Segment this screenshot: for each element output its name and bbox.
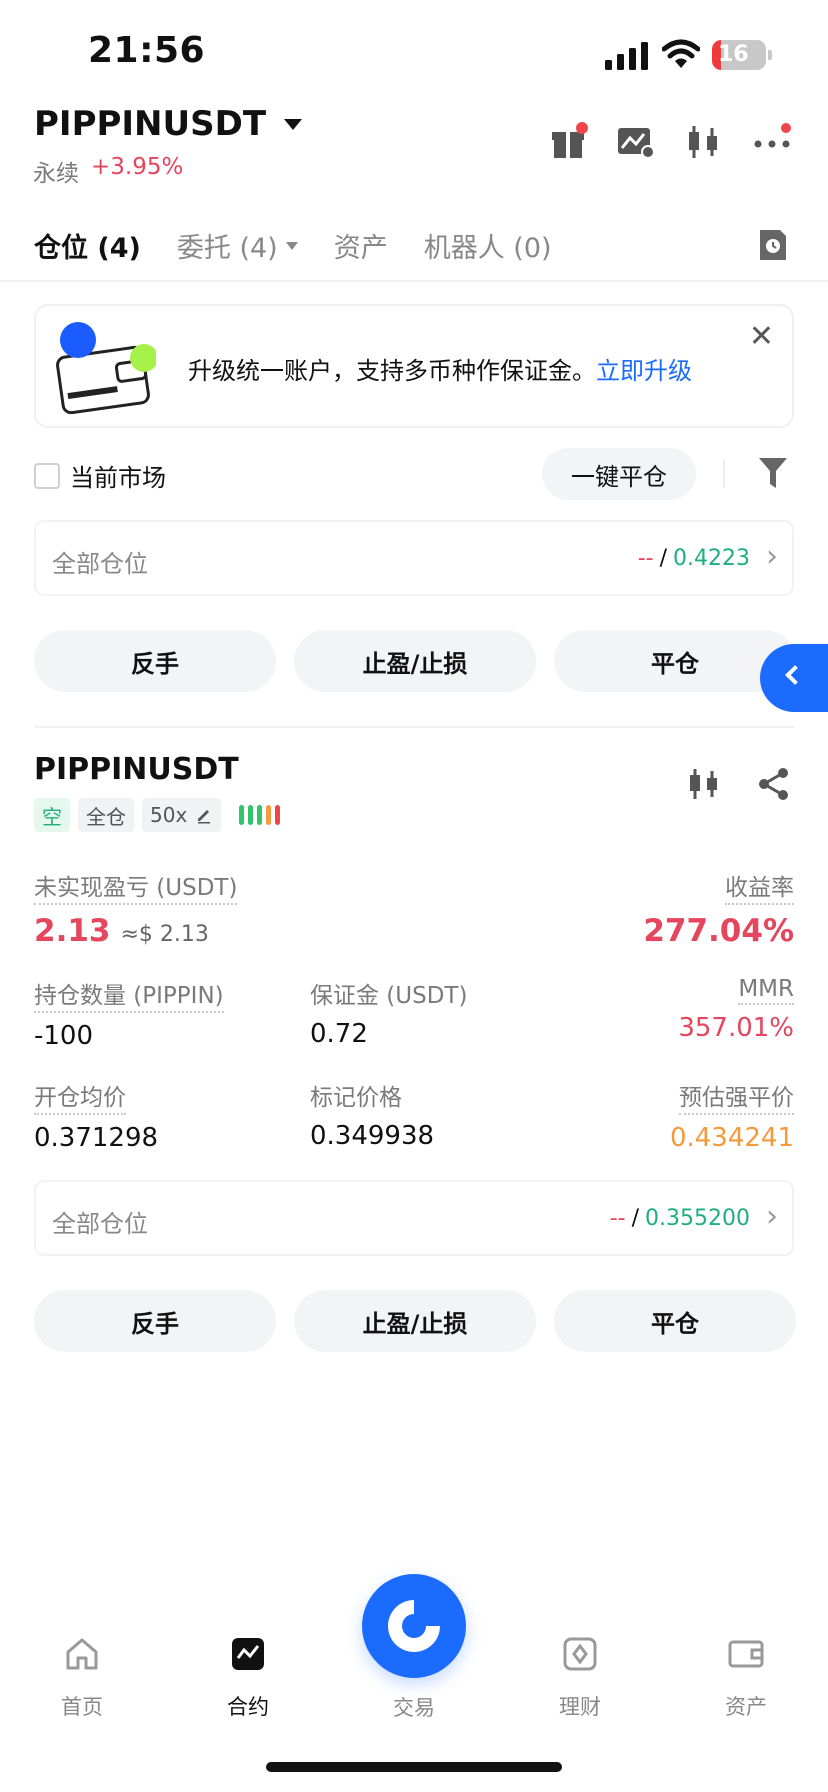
all-positions-label: 全部仓位 [52, 550, 148, 578]
nav-earn[interactable]: 理财 [530, 1636, 630, 1721]
cellular-signal-icon [605, 42, 648, 70]
mark-price: 标记价格 0.349938 [310, 1085, 435, 1151]
trade-label[interactable]: 交易 [364, 1692, 464, 1722]
chevron-down-icon [285, 241, 298, 250]
more-icon[interactable] [752, 122, 792, 162]
trade-logo-icon [388, 1600, 440, 1652]
battery-icon: 16 [712, 40, 772, 70]
all-positions-row-2[interactable]: 全部仓位 -- / 0.355200 › [34, 1180, 794, 1256]
symbol-selector[interactable]: PIPPINUSDT [34, 104, 303, 144]
unrealized-pnl: 未实现盈亏 (USDT) 2.13 ≈$ 2.13 [34, 868, 238, 949]
close-position-button[interactable]: 平仓 [554, 1290, 796, 1352]
position-qty-value: -100 [34, 1021, 94, 1051]
candlestick-icon[interactable] [684, 122, 724, 162]
current-market-label: 当前市场 [70, 464, 166, 492]
edit-icon [198, 810, 211, 824]
mark-price-value: 0.349938 [310, 1121, 435, 1151]
tab-bots[interactable]: 机器人 (0) [424, 226, 552, 265]
all-positions-value: -- / 0.4223 [637, 546, 750, 571]
liquidation-price: 预估强平价 0.434241 [670, 1078, 794, 1153]
earn-icon [563, 1637, 597, 1671]
margin: 保证金 (USDT) 0.72 [310, 983, 468, 1049]
position-actions: 反手 止盈/止损 平仓 [34, 1290, 796, 1352]
banner-text: 升级统一账户，支持多币种作保证金。立即升级 [188, 357, 692, 385]
chevron-left-icon [785, 665, 805, 685]
roe: 收益率 277.04% [643, 868, 794, 949]
current-market-filter[interactable]: 当前市场 [34, 458, 166, 493]
liquidation-price-value: 0.434241 [669, 1123, 794, 1153]
chart-settings-icon[interactable] [616, 122, 656, 162]
contract-type: 永续 [33, 161, 79, 187]
all-positions-row[interactable]: 全部仓位 -- / 0.4223 › [34, 520, 794, 596]
mmr: MMR 357.01% [678, 976, 794, 1043]
tpsl-button[interactable]: 止盈/止损 [294, 630, 536, 692]
vertical-divider [723, 460, 725, 488]
close-all-button[interactable]: 一键平仓 [542, 448, 696, 500]
nav-home[interactable]: 首页 [32, 1636, 132, 1721]
reverse-button[interactable]: 反手 [34, 1290, 276, 1352]
tpsl-button[interactable]: 止盈/止损 [294, 1290, 536, 1352]
side-badge: 空 [34, 798, 70, 832]
position-tags: 空 全仓 50x [34, 798, 281, 832]
gift-icon[interactable] [548, 122, 588, 162]
entry-price-value: 0.371298 [34, 1123, 159, 1153]
symbol-name: PIPPINUSDT [34, 104, 267, 144]
section-divider [34, 726, 794, 728]
home-icon [66, 1638, 98, 1670]
share-icon[interactable] [756, 766, 792, 802]
roe-value: 277.04% [643, 913, 794, 949]
wallet-illustration-icon [56, 322, 156, 414]
position-tabs: 仓位 (4) 委托 (4) 资产 机器人 (0) [34, 226, 552, 265]
wallet-icon [728, 1640, 764, 1668]
nav-assets[interactable]: 资产 [696, 1636, 796, 1721]
home-indicator [266, 1762, 562, 1772]
risk-level-bars [239, 805, 281, 825]
current-market-checkbox[interactable] [34, 462, 60, 489]
close-icon[interactable]: ✕ [749, 322, 774, 352]
tab-orders[interactable]: 委托 (4) [177, 226, 298, 265]
side-drawer-toggle[interactable] [760, 644, 828, 712]
all-positions-actions: 反手 止盈/止损 平仓 [34, 630, 796, 692]
history-icon[interactable] [758, 228, 788, 262]
leverage-badge[interactable]: 50x [142, 798, 222, 832]
position-qty: 持仓数量 (PIPPIN) -100 [34, 976, 224, 1051]
unrealized-pnl-value: 2.13 [34, 913, 111, 949]
battery-level: 16 [718, 42, 749, 67]
unrealized-pnl-approx: ≈$ 2.13 [120, 922, 209, 947]
upgrade-link[interactable]: 立即升级 [596, 357, 692, 385]
margin-value: 0.72 [310, 1019, 368, 1049]
chevron-down-icon [284, 118, 303, 130]
all-positions-value: -- / 0.355200 [609, 1206, 750, 1231]
filter-icon[interactable] [757, 456, 789, 490]
symbol-subline: 永续 +3.95% [33, 154, 183, 188]
wifi-icon [662, 39, 700, 68]
position-symbol: PIPPINUSDT [34, 752, 239, 787]
mmr-value: 357.01% [678, 1013, 794, 1043]
price-change: +3.95% [91, 154, 184, 180]
all-positions-label: 全部仓位 [52, 1210, 148, 1238]
nav-futures[interactable]: 合约 [198, 1636, 298, 1721]
margin-mode-badge: 全仓 [78, 798, 134, 832]
futures-icon [232, 1638, 264, 1670]
tabs-divider [0, 280, 828, 282]
trade-button[interactable] [362, 1574, 466, 1678]
tab-assets[interactable]: 资产 [334, 226, 388, 265]
tab-positions[interactable]: 仓位 (4) [34, 226, 141, 265]
reverse-button[interactable]: 反手 [34, 630, 276, 692]
candlestick-icon[interactable] [686, 766, 722, 802]
chevron-right-icon: › [766, 539, 778, 574]
entry-price: 开仓均价 0.371298 [34, 1078, 158, 1153]
chevron-right-icon: › [766, 1199, 778, 1234]
upgrade-banner: 升级统一账户，支持多币种作保证金。立即升级 ✕ [34, 304, 794, 428]
status-bar: 21:56 16 [0, 0, 828, 100]
status-time: 21:56 [88, 30, 206, 71]
